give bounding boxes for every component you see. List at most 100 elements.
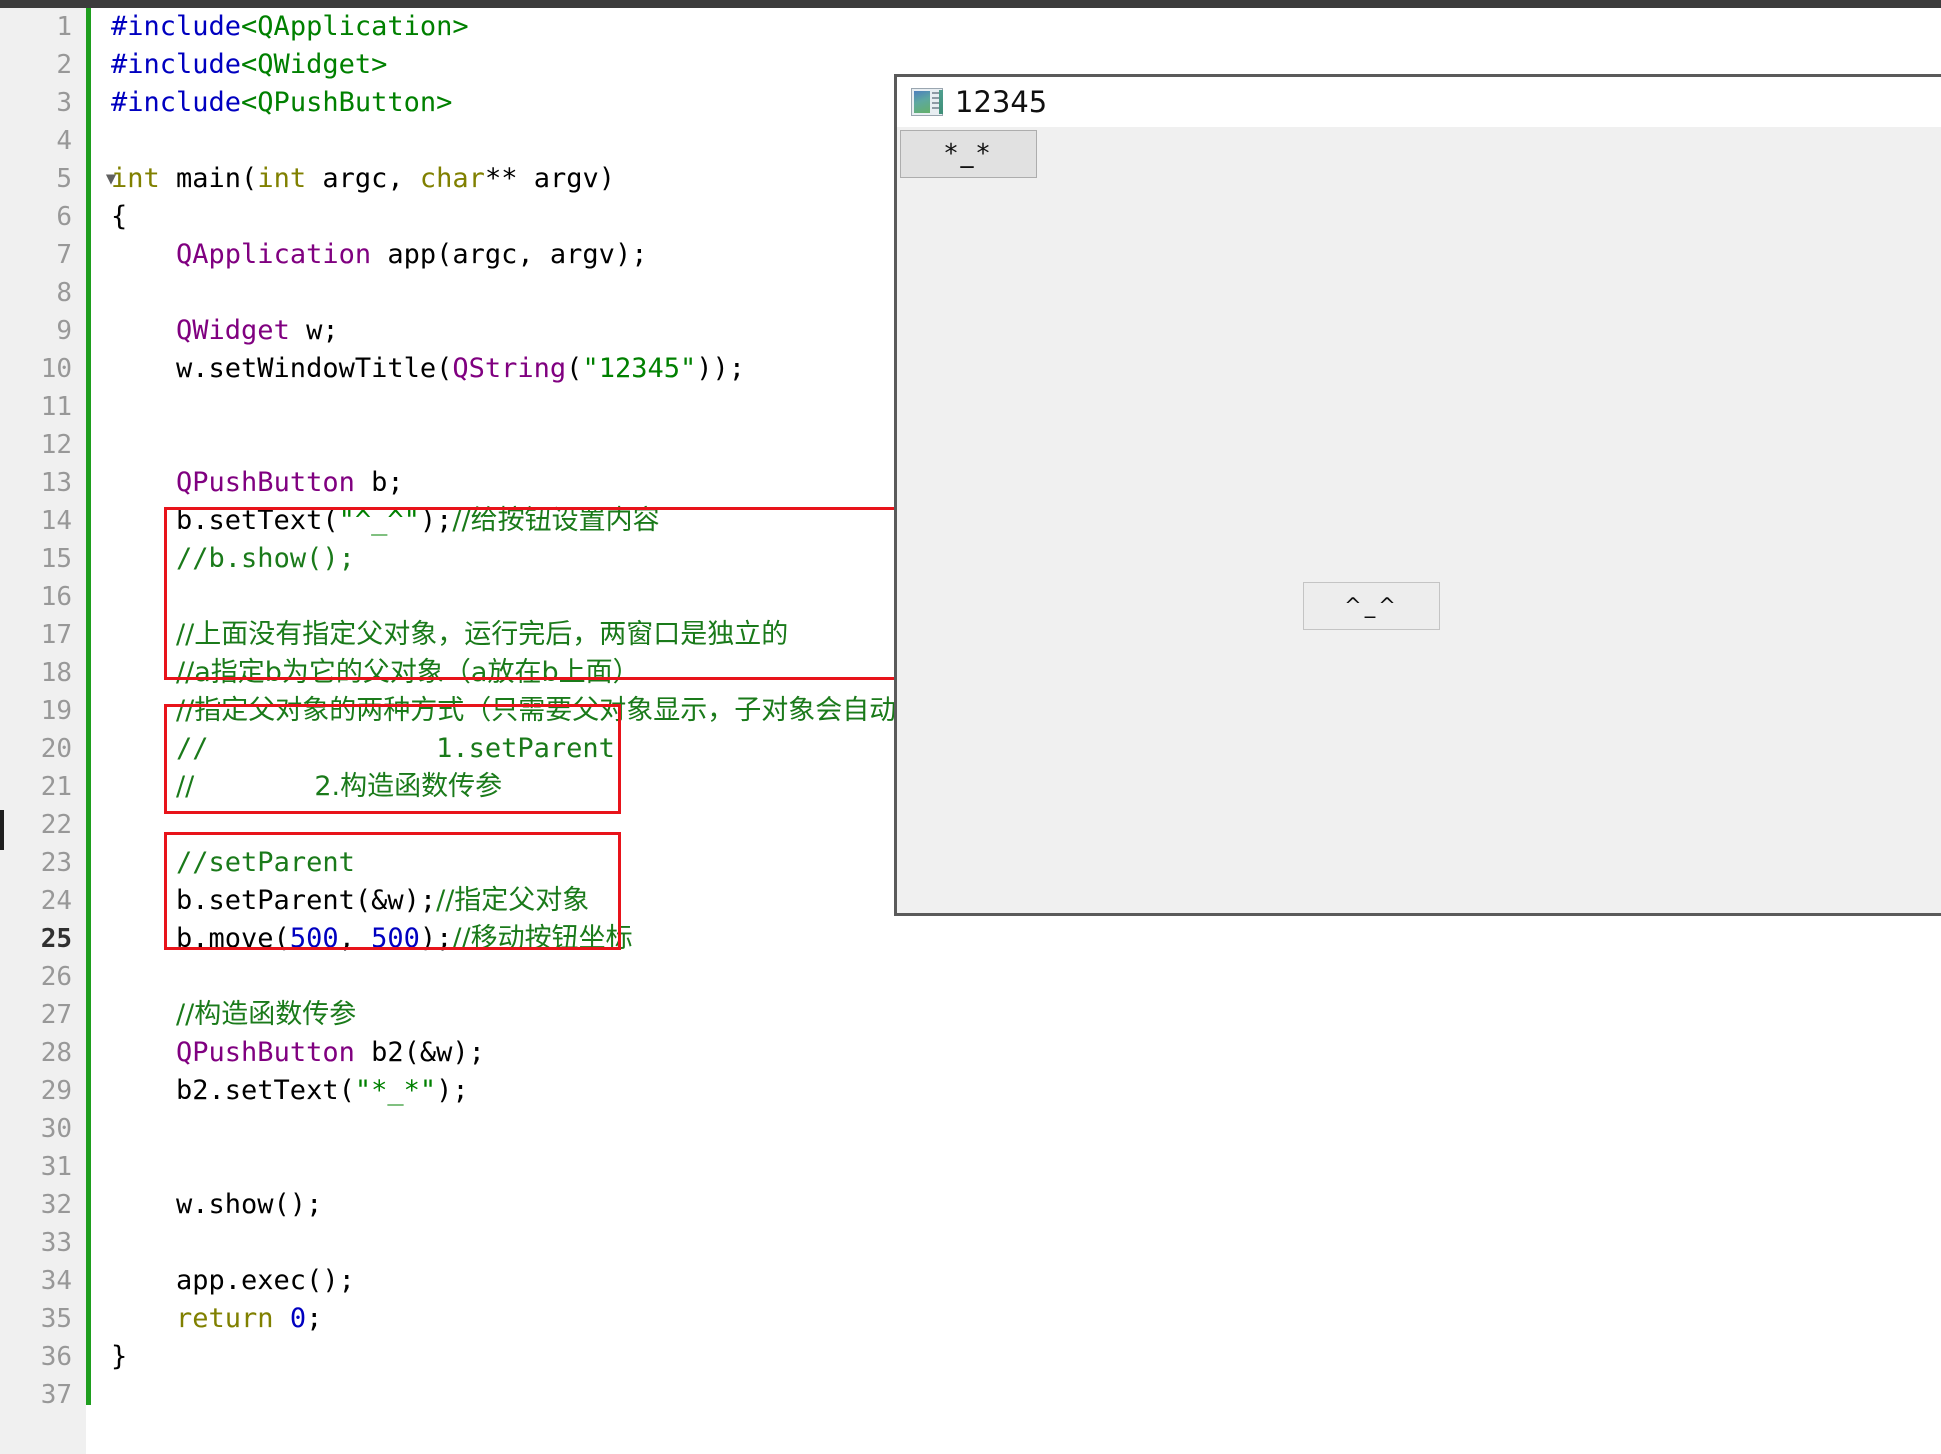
code-token: app.exec(); [111, 1265, 355, 1296]
code-token: char [419, 163, 485, 194]
code-text: return 0; [111, 1300, 322, 1338]
line-number: 6 [56, 202, 72, 232]
window-top-strip [0, 0, 1941, 8]
code-token: //移动按钮坐标 [452, 923, 633, 954]
line-number: 9 [56, 316, 72, 346]
code-line[interactable]: 1 #include<QApplication> [0, 8, 1941, 46]
screen: 1 #include<QApplication> 2 #include<QWidget… [0, 0, 1941, 1454]
code-line[interactable]: 36} [0, 1338, 1941, 1376]
code-token: int [257, 163, 307, 194]
code-token: <QPushButton> [241, 87, 453, 118]
code-line[interactable]: 29 b2.setText("*_*"); [0, 1072, 1941, 1110]
code-token: ; [306, 1303, 323, 1334]
code-text: #include<QPushButton> [111, 84, 452, 122]
line-number: 7 [56, 240, 72, 270]
code-line[interactable]: 30 [0, 1110, 1941, 1148]
code-token: #include [111, 87, 242, 118]
line-number: 12 [40, 430, 72, 460]
code-text: b.setParent(&w);//指定父对象 [111, 882, 589, 920]
code-token: )); [696, 353, 746, 384]
code-text: QPushButton b2(&w); [111, 1034, 485, 1072]
line-number: 37 [40, 1380, 72, 1410]
code-token: QString [452, 353, 567, 384]
code-line[interactable]: 33 [0, 1224, 1941, 1262]
line-number: 29 [40, 1076, 72, 1106]
code-text: //构造函数传参 [111, 996, 356, 1034]
code-token: ); [419, 923, 453, 954]
code-token: //setParent [176, 847, 355, 878]
code-line[interactable]: 25 b.move(500, 500);//移动按钮坐标 [0, 920, 1941, 958]
code-text: QApplication app(argc, argv); [111, 236, 647, 274]
code-text: //b.show(); [111, 540, 355, 578]
qt-app-window[interactable]: 12345 *_* ^_^ [894, 74, 1941, 916]
code-line[interactable]: 37 [0, 1376, 1941, 1414]
code-token: QWidget [176, 315, 290, 346]
code-token: } [111, 1341, 128, 1372]
code-token: int [111, 163, 160, 194]
line-number: 11 [40, 392, 72, 422]
line-number: 26 [40, 962, 72, 992]
code-token: <QApplication> [241, 11, 469, 42]
code-line[interactable]: 26 [0, 958, 1941, 996]
code-token: ** argv) [484, 163, 615, 194]
code-text: // 2.构造函数传参 [111, 768, 502, 806]
code-text: //setParent [111, 844, 355, 882]
code-line[interactable]: 28 QPushButton b2(&w); [0, 1034, 1941, 1072]
qt-titlebar[interactable]: 12345 [897, 77, 1941, 127]
code-line[interactable]: 35 return 0; [0, 1300, 1941, 1338]
line-number: 34 [40, 1266, 72, 1296]
code-token: QPushButton [176, 467, 355, 498]
code-token: 0 [289, 1303, 307, 1334]
code-text: b2.setText("*_*"); [111, 1072, 469, 1110]
code-text: { [111, 198, 127, 236]
line-number: 2 [56, 50, 72, 80]
code-text: QPushButton b; [111, 464, 404, 502]
code-token: //指定父对象的两种方式（只需要父对象显示，子对象会自动显示） [176, 695, 978, 726]
line-number: 10 [40, 354, 72, 384]
code-token: // 1.setParent [176, 733, 615, 764]
line-number: 15 [40, 544, 72, 574]
code-text: b.setText("^_^");//给按钮设置内容 [111, 502, 660, 540]
line-number: 3 [56, 88, 72, 118]
code-token: , [338, 923, 372, 954]
code-token: argc, [306, 163, 420, 194]
code-text: //指定父对象的两种方式（只需要父对象显示，子对象会自动显示） [111, 692, 977, 730]
code-text: w.show(); [111, 1186, 322, 1224]
code-text: //上面没有指定父对象，运行完后，两窗口是独立的 [111, 616, 788, 654]
code-token: b2.setText( [111, 1075, 355, 1106]
qt-button-b[interactable]: ^_^ [1303, 582, 1440, 630]
code-token: b.move( [111, 923, 290, 954]
line-number: 33 [40, 1228, 72, 1258]
line-number: 5 [56, 164, 72, 194]
code-token: #include [111, 49, 242, 80]
line-number: 18 [40, 658, 72, 688]
code-line[interactable]: 34 app.exec(); [0, 1262, 1941, 1300]
code-text: // 1.setParent [111, 730, 615, 768]
code-token: #include [111, 11, 242, 42]
line-number: 23 [40, 848, 72, 878]
line-number: 36 [40, 1342, 72, 1372]
code-text: int main(int argc, char** argv) [111, 160, 615, 198]
line-number: 16 [40, 582, 72, 612]
code-token: "^_^" [338, 505, 420, 536]
code-token: return [111, 1303, 274, 1334]
code-token: QPushButton [176, 1037, 355, 1068]
code-line[interactable]: 32 w.show(); [0, 1186, 1941, 1224]
code-line[interactable]: 31 [0, 1148, 1941, 1186]
line-number: 22 [40, 810, 72, 840]
qt-button-b2[interactable]: *_* [900, 130, 1037, 178]
line-number: 35 [40, 1304, 72, 1334]
code-text: b.move(500, 500);//移动按钮坐标 [111, 920, 633, 958]
code-token: //a指定b为它的父对象（a放在b上面） [176, 657, 640, 688]
code-token: //上面没有指定父对象，运行完后，两窗口是独立的 [176, 619, 789, 650]
code-line[interactable]: 27 //构造函数传参 [0, 996, 1941, 1034]
line-number: 17 [40, 620, 72, 650]
